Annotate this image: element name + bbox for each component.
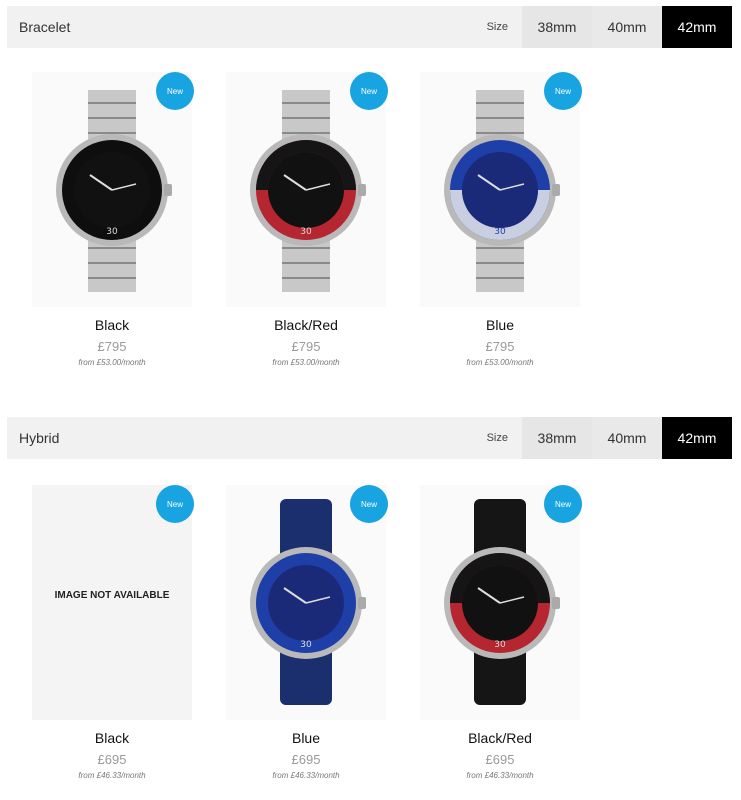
- new-badge: New: [350, 72, 388, 110]
- size-option-42mm[interactable]: 42mm: [662, 6, 732, 48]
- product-name[interactable]: Blue: [410, 317, 590, 333]
- new-badge: New: [156, 72, 194, 110]
- section-title: Bracelet: [19, 19, 71, 35]
- product-name[interactable]: Black/Red: [216, 317, 396, 333]
- svg-text:30: 30: [300, 227, 312, 237]
- size-option-40mm[interactable]: 40mm: [592, 417, 662, 459]
- product-card[interactable]: 30 New Black £795 from £53.00/month: [22, 72, 202, 367]
- product-card[interactable]: 30 New Blue £795 from £53.00/month: [410, 72, 590, 367]
- product-card[interactable]: 30 New Black/Red £795 from £53.00/month: [216, 72, 396, 367]
- size-option-42mm[interactable]: 42mm: [662, 417, 732, 459]
- size-option-38mm[interactable]: 38mm: [522, 6, 592, 48]
- finance-text: from £53.00/month: [78, 358, 146, 367]
- product-price: £795: [291, 339, 321, 354]
- size-option-38mm[interactable]: 38mm: [522, 417, 592, 459]
- finance-text: from £53.00/month: [272, 358, 340, 367]
- finance-text: from £46.33/month: [78, 771, 146, 780]
- finance-text: from £53.00/month: [466, 358, 534, 367]
- product-price: £695: [291, 752, 321, 767]
- new-badge: New: [156, 485, 194, 523]
- size-option-40mm[interactable]: 40mm: [592, 6, 662, 48]
- new-badge: New: [350, 485, 388, 523]
- product-name[interactable]: Black: [22, 730, 202, 746]
- new-badge: New: [544, 485, 582, 523]
- product-price: £695: [97, 752, 127, 767]
- product-name[interactable]: Black: [22, 317, 202, 333]
- section-header-hybrid: Hybrid Size 38mm 40mm 42mm: [7, 417, 732, 459]
- section-header-bracelet: Bracelet Size 38mm 40mm 42mm: [7, 6, 732, 48]
- product-name[interactable]: Blue: [216, 730, 396, 746]
- product-price: £795: [97, 339, 127, 354]
- new-badge: New: [544, 72, 582, 110]
- finance-text: from £46.33/month: [272, 771, 340, 780]
- product-image[interactable]: 30 New: [226, 72, 388, 307]
- image-not-available-text: IMAGE NOT AVAILABLE: [54, 590, 170, 601]
- product-image[interactable]: 30 New: [420, 72, 582, 307]
- section-title: Hybrid: [19, 430, 60, 446]
- product-image[interactable]: 30 New: [420, 485, 582, 720]
- product-price: £795: [485, 339, 515, 354]
- svg-text:30: 30: [106, 227, 118, 237]
- svg-text:30: 30: [494, 227, 506, 237]
- size-label: Size: [486, 432, 508, 444]
- product-image[interactable]: 30 New: [226, 485, 388, 720]
- svg-text:30: 30: [300, 640, 312, 650]
- product-image[interactable]: IMAGE NOT AVAILABLE New: [32, 485, 194, 720]
- product-name[interactable]: Black/Red: [410, 730, 590, 746]
- svg-text:30: 30: [494, 640, 506, 650]
- finance-text: from £46.33/month: [466, 771, 534, 780]
- size-label: Size: [486, 21, 508, 33]
- product-price: £695: [485, 752, 515, 767]
- product-image[interactable]: 30 New: [32, 72, 194, 307]
- product-card[interactable]: 30 New Black/Red £695 from £46.33/month: [410, 485, 590, 780]
- product-card[interactable]: IMAGE NOT AVAILABLE New Black £695 from …: [22, 485, 202, 780]
- product-card[interactable]: 30 New Blue £695 from £46.33/month: [216, 485, 396, 780]
